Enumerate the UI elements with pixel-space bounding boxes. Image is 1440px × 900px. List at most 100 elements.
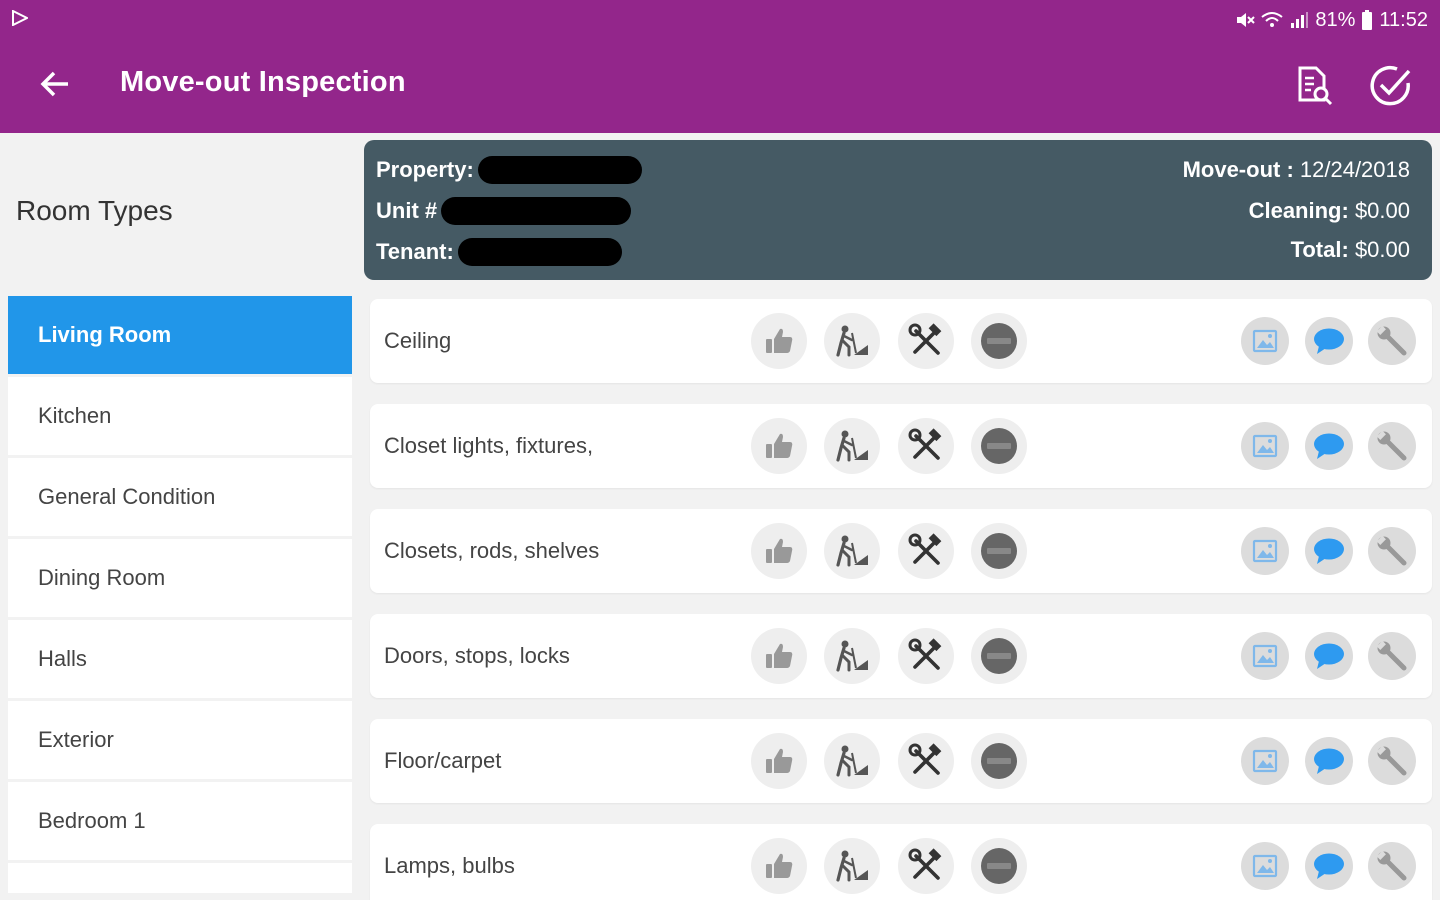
na-circle-icon bbox=[981, 428, 1017, 464]
property-label: Property: bbox=[376, 157, 474, 182]
page-title: Move-out Inspection bbox=[120, 66, 406, 98]
wrench-icon bbox=[1376, 430, 1407, 461]
add-work-order-button[interactable] bbox=[1368, 422, 1416, 470]
worker-icon bbox=[836, 745, 868, 777]
add-photo-button[interactable] bbox=[1241, 842, 1289, 890]
condition-wear-button[interactable] bbox=[824, 838, 880, 894]
inspection-item-card: Doors, stops, locks bbox=[370, 614, 1432, 698]
condition-wear-button[interactable] bbox=[824, 313, 880, 369]
condition-repair-button[interactable] bbox=[898, 838, 954, 894]
sidebar-item-dining-room[interactable]: Dining Room bbox=[8, 539, 352, 617]
moveout-date: 12/24/2018 bbox=[1299, 157, 1410, 182]
condition-wear-button[interactable] bbox=[824, 523, 880, 579]
inspection-item-card: Closets, rods, shelves bbox=[370, 509, 1432, 593]
sidebar-item-living-room[interactable]: Living Room bbox=[8, 296, 352, 374]
cleaning-value: $0.00 bbox=[1354, 198, 1410, 223]
add-photo-button[interactable] bbox=[1241, 632, 1289, 680]
na-circle-icon bbox=[981, 848, 1017, 884]
add-work-order-button[interactable] bbox=[1368, 842, 1416, 890]
mute-icon bbox=[1237, 13, 1256, 27]
sidebar-item-kitchen[interactable]: Kitchen bbox=[8, 377, 352, 455]
condition-repair-button[interactable] bbox=[898, 418, 954, 474]
tenant-label: Tenant: bbox=[376, 239, 454, 264]
condition-wear-button[interactable] bbox=[824, 418, 880, 474]
add-work-order-button[interactable] bbox=[1368, 527, 1416, 575]
thumbs-up-icon bbox=[766, 433, 793, 458]
battery-icon bbox=[1362, 10, 1373, 30]
report-search-icon[interactable] bbox=[1290, 62, 1336, 108]
back-arrow-icon[interactable] bbox=[36, 64, 76, 104]
add-comment-button[interactable] bbox=[1305, 527, 1353, 575]
condition-not-applicable-button[interactable] bbox=[971, 733, 1027, 789]
add-comment-button[interactable] bbox=[1305, 632, 1353, 680]
thumbs-up-icon bbox=[766, 328, 793, 353]
check-circle-icon[interactable] bbox=[1368, 62, 1414, 108]
condition-good-button[interactable] bbox=[751, 313, 807, 369]
thumbs-up-icon bbox=[766, 748, 793, 773]
unit-row: Unit # bbox=[376, 197, 632, 225]
condition-not-applicable-button[interactable] bbox=[971, 313, 1027, 369]
worker-icon bbox=[836, 430, 868, 462]
wrench-icon bbox=[1376, 325, 1407, 356]
worker-icon bbox=[836, 535, 868, 567]
condition-not-applicable-button[interactable] bbox=[971, 628, 1027, 684]
sidebar-item-halls[interactable]: Halls bbox=[8, 620, 352, 698]
add-comment-button[interactable] bbox=[1305, 737, 1353, 785]
condition-good-button[interactable] bbox=[751, 523, 807, 579]
add-work-order-button[interactable] bbox=[1368, 737, 1416, 785]
comment-bubble-icon bbox=[1314, 853, 1344, 879]
add-comment-button[interactable] bbox=[1305, 422, 1353, 470]
add-work-order-button[interactable] bbox=[1368, 317, 1416, 365]
add-work-order-button[interactable] bbox=[1368, 632, 1416, 680]
condition-repair-button[interactable] bbox=[898, 733, 954, 789]
thumbs-up-icon bbox=[766, 538, 793, 563]
inspection-item-card: Floor/carpet bbox=[370, 719, 1432, 803]
na-circle-icon bbox=[981, 743, 1017, 779]
sidebar-item-exterior[interactable]: Exterior bbox=[8, 701, 352, 779]
condition-repair-button[interactable] bbox=[898, 628, 954, 684]
hammer-wrench-icon bbox=[908, 428, 942, 460]
worker-icon bbox=[836, 640, 868, 672]
worker-icon bbox=[836, 850, 868, 882]
add-photo-button[interactable] bbox=[1241, 422, 1289, 470]
sidebar: Room Types Living Room Kitchen General C… bbox=[0, 133, 360, 900]
tenant-row: Tenant: bbox=[376, 238, 622, 266]
clock: 11:52 bbox=[1379, 8, 1428, 31]
sidebar-item-partial[interactable] bbox=[8, 863, 352, 893]
add-photo-button[interactable] bbox=[1241, 527, 1289, 575]
thumbs-up-icon bbox=[766, 853, 793, 878]
photo-icon bbox=[1252, 749, 1278, 773]
condition-good-button[interactable] bbox=[751, 418, 807, 474]
photo-icon bbox=[1252, 434, 1278, 458]
moveout-label: Move-out : bbox=[1182, 157, 1294, 182]
add-comment-button[interactable] bbox=[1305, 842, 1353, 890]
hammer-wrench-icon bbox=[908, 848, 942, 880]
sidebar-item-bedroom-1[interactable]: Bedroom 1 bbox=[8, 782, 352, 860]
condition-not-applicable-button[interactable] bbox=[971, 838, 1027, 894]
add-photo-button[interactable] bbox=[1241, 737, 1289, 785]
condition-good-button[interactable] bbox=[751, 838, 807, 894]
condition-good-button[interactable] bbox=[751, 628, 807, 684]
condition-repair-button[interactable] bbox=[898, 523, 954, 579]
room-list: Living Room Kitchen General Condition Di… bbox=[8, 296, 352, 896]
condition-not-applicable-button[interactable] bbox=[971, 418, 1027, 474]
comment-bubble-icon bbox=[1314, 538, 1344, 564]
inspection-item-card: Lamps, bulbs bbox=[370, 824, 1432, 900]
item-name: Closets, rods, shelves bbox=[384, 538, 600, 563]
condition-wear-button[interactable] bbox=[824, 628, 880, 684]
condition-repair-button[interactable] bbox=[898, 313, 954, 369]
sidebar-item-general-condition[interactable]: General Condition bbox=[8, 458, 352, 536]
redacted-tenant bbox=[457, 238, 622, 266]
photo-icon bbox=[1252, 644, 1278, 668]
cleaning-row: Cleaning: $0.00 bbox=[1249, 198, 1410, 224]
condition-wear-button[interactable] bbox=[824, 733, 880, 789]
na-circle-icon bbox=[981, 533, 1017, 569]
condition-good-button[interactable] bbox=[751, 733, 807, 789]
add-photo-button[interactable] bbox=[1241, 317, 1289, 365]
unit-label: Unit # bbox=[376, 198, 438, 223]
add-comment-button[interactable] bbox=[1305, 317, 1353, 365]
condition-not-applicable-button[interactable] bbox=[971, 523, 1027, 579]
wrench-icon bbox=[1376, 850, 1407, 881]
status-icons: 81% 11:52 bbox=[1235, 8, 1428, 32]
wrench-icon bbox=[1376, 640, 1407, 671]
